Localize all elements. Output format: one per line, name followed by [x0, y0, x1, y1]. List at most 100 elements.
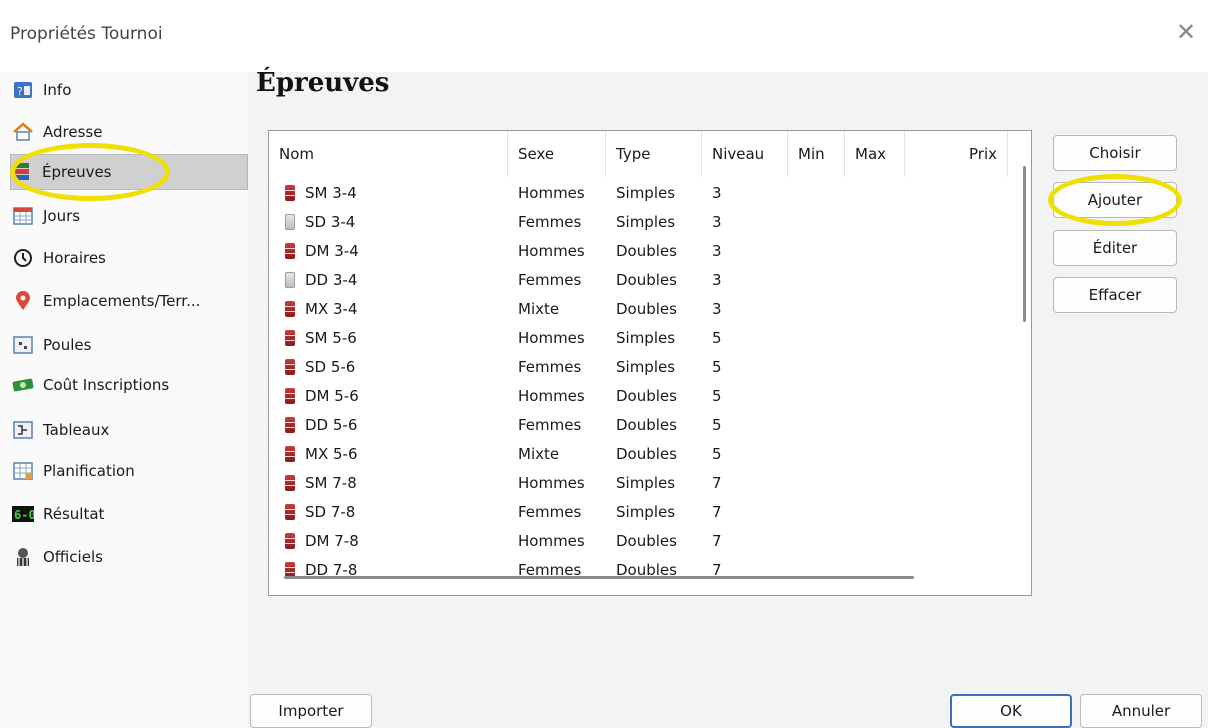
cell-niveau: 3: [712, 271, 722, 289]
sidebar-item-label: Poules: [43, 336, 92, 354]
cell-sexe: Femmes: [518, 358, 582, 376]
table-row[interactable]: DM 5-6 Hommes Doubles 5: [269, 382, 1014, 411]
cell-sexe: Hommes: [518, 387, 585, 405]
close-icon[interactable]: ✕: [1176, 20, 1196, 44]
events-list[interactable]: Nom Sexe Type Niveau Min Max Prix SM 3-4…: [268, 130, 1032, 596]
column-header-max[interactable]: Max: [845, 131, 905, 177]
info-icon: ?: [12, 79, 34, 101]
referee-icon: [12, 546, 34, 568]
event-icon: [285, 301, 295, 317]
event-icon: [285, 330, 295, 346]
table-row[interactable]: SD 7-8 Femmes Simples 7: [269, 498, 1014, 527]
table-row[interactable]: SM 7-8 Hommes Simples 7: [269, 469, 1014, 498]
cell-niveau: 5: [712, 445, 722, 463]
ok-button[interactable]: OK: [950, 694, 1072, 728]
column-header-niveau[interactable]: Niveau: [702, 131, 788, 177]
sidebar-item-resultat[interactable]: 6-0 Résultat: [12, 496, 248, 532]
sidebar-item-emplacements[interactable]: Emplacements/Terr...: [12, 283, 248, 319]
event-icon: [285, 185, 295, 201]
sidebar-item-label: Horaires: [43, 249, 106, 267]
editer-button[interactable]: Éditer: [1053, 230, 1177, 266]
cell-nom: DD 5-6: [305, 416, 358, 434]
sidebar-item-info[interactable]: ? Info: [12, 72, 248, 108]
clock-icon: [12, 247, 34, 269]
events-icon: [11, 161, 33, 183]
annuler-button[interactable]: Annuler: [1080, 694, 1202, 728]
table-row[interactable]: SD 3-4 Femmes Simples 3: [269, 208, 1014, 237]
ajouter-button[interactable]: Ajouter: [1053, 182, 1177, 218]
table-row[interactable]: DD 5-6 Femmes Doubles 5: [269, 411, 1014, 440]
cell-nom: DM 5-6: [305, 387, 359, 405]
money-icon: [12, 374, 34, 396]
sidebar-item-label: Planification: [43, 462, 135, 480]
cell-niveau: 5: [712, 416, 722, 434]
column-header-type[interactable]: Type: [606, 131, 702, 177]
cell-nom: DM 3-4: [305, 242, 359, 260]
cell-niveau: 7: [712, 532, 722, 550]
sidebar-item-label: Adresse: [43, 123, 103, 141]
cell-type: Simples: [616, 503, 676, 521]
sidebar-item-label: Jours: [43, 207, 81, 225]
svg-text:?: ?: [17, 85, 23, 98]
sidebar-item-tableaux[interactable]: Tableaux: [12, 412, 248, 448]
table-row[interactable]: DM 3-4 Hommes Doubles 3: [269, 237, 1014, 266]
table-row[interactable]: MX 3-4 Mixte Doubles 3: [269, 295, 1014, 324]
cell-type: Doubles: [616, 300, 677, 318]
column-header-min[interactable]: Min: [788, 131, 845, 177]
sidebar-item-label: Emplacements/Terr...: [43, 292, 201, 310]
cell-type: Doubles: [616, 416, 677, 434]
cell-type: Doubles: [616, 561, 677, 579]
sidebar-item-jours[interactable]: Jours: [12, 198, 248, 234]
cell-sexe: Femmes: [518, 416, 582, 434]
table-row[interactable]: SM 3-4 Hommes Simples 3: [269, 179, 1014, 208]
choisir-button[interactable]: Choisir: [1053, 135, 1177, 171]
cell-nom: MX 3-4: [305, 300, 358, 318]
sidebar-item-planification[interactable]: Planification: [12, 453, 248, 489]
cell-niveau: 3: [712, 184, 722, 202]
sidebar-item-label: Coût Inscriptions: [43, 376, 170, 394]
cell-sexe: Femmes: [518, 561, 582, 579]
table-row[interactable]: SM 5-6 Hommes Simples 5: [269, 324, 1014, 353]
cell-sexe: Femmes: [518, 271, 582, 289]
column-header-sexe[interactable]: Sexe: [508, 131, 606, 177]
cell-nom: SD 5-6: [305, 358, 356, 376]
column-header-prix[interactable]: Prix: [905, 131, 1008, 177]
sidebar-item-adresse[interactable]: Adresse: [12, 114, 248, 150]
cell-nom: SM 3-4: [305, 184, 357, 202]
cell-type: Simples: [616, 329, 676, 347]
event-icon: [285, 417, 295, 433]
importer-button[interactable]: Importer: [250, 694, 372, 728]
horizontal-scrollbar[interactable]: [284, 576, 914, 579]
sidebar-item-officiels[interactable]: Officiels: [12, 539, 248, 575]
svg-text:6-0: 6-0: [14, 508, 34, 522]
bracket-icon: [12, 419, 34, 441]
sidebar-item-cout-inscriptions[interactable]: Coût Inscriptions: [12, 367, 248, 403]
sidebar-item-label: Info: [43, 81, 72, 99]
event-icon: [285, 359, 295, 375]
score-icon: 6-0: [12, 503, 34, 525]
table-row[interactable]: MX 5-6 Mixte Doubles 5: [269, 440, 1014, 469]
cell-sexe: Hommes: [518, 532, 585, 550]
cell-type: Doubles: [616, 445, 677, 463]
cell-niveau: 7: [712, 474, 722, 492]
cell-sexe: Hommes: [518, 242, 585, 260]
sidebar-item-label: Tableaux: [43, 421, 110, 439]
table-row[interactable]: DM 7-8 Hommes Doubles 7: [269, 527, 1014, 556]
sidebar-item-horaires[interactable]: Horaires: [12, 240, 248, 276]
cell-niveau: 3: [712, 242, 722, 260]
table-row[interactable]: DD 3-4 Femmes Doubles 3: [269, 266, 1014, 295]
event-icon: [285, 272, 295, 288]
cell-sexe: Hommes: [518, 184, 585, 202]
calendar-icon: [12, 205, 34, 227]
event-icon: [285, 388, 295, 404]
cell-niveau: 3: [712, 213, 722, 231]
cell-sexe: Hommes: [518, 474, 585, 492]
effacer-button[interactable]: Effacer: [1053, 277, 1177, 313]
table-row[interactable]: DD 7-8 Femmes Doubles 7: [269, 556, 1014, 585]
cell-nom: SM 7-8: [305, 474, 357, 492]
sidebar-item-epreuves[interactable]: Épreuves: [10, 154, 248, 190]
table-row[interactable]: SD 5-6 Femmes Simples 5: [269, 353, 1014, 382]
vertical-scrollbar[interactable]: [1023, 166, 1026, 322]
sidebar-item-poules[interactable]: Poules: [12, 327, 248, 363]
column-header-nom[interactable]: Nom: [269, 131, 508, 177]
